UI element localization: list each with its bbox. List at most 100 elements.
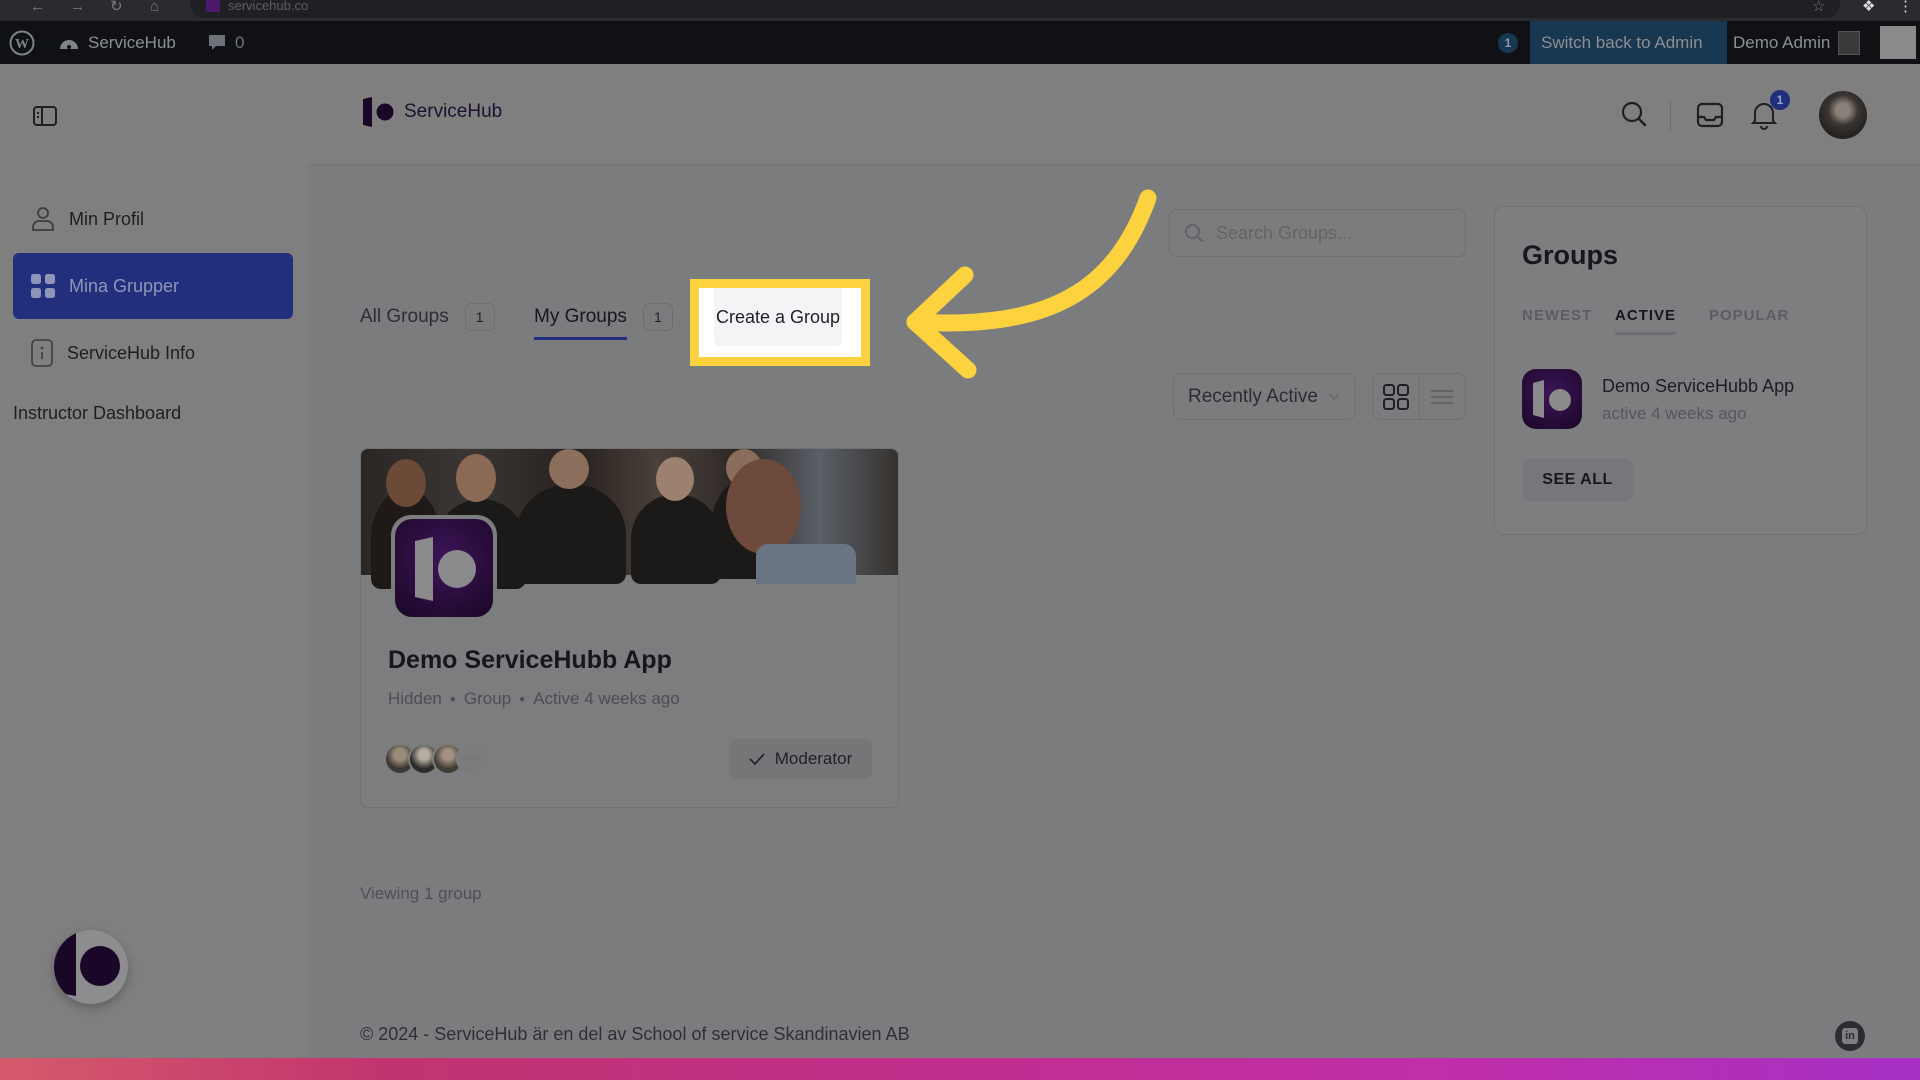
extensions-icon[interactable]: ❖ bbox=[1862, 0, 1875, 14]
admin-user-name: Demo Admin bbox=[1733, 32, 1831, 52]
user-icon bbox=[32, 207, 54, 231]
brand-name: ServiceHub bbox=[404, 101, 503, 122]
sidebar-item-label: ServiceHub Info bbox=[67, 342, 196, 363]
browser-chrome: ← → ↻ ⌂ servicehub.co ☆ ❖ ⋮ bbox=[0, 0, 1920, 21]
tab-label: All Groups bbox=[360, 306, 449, 327]
group-name-link[interactable]: Demo ServiceHubb App bbox=[388, 646, 672, 675]
grid-view-button[interactable] bbox=[1373, 374, 1420, 419]
back-icon[interactable]: ← bbox=[30, 0, 45, 14]
linkedin-link[interactable]: in bbox=[1835, 1021, 1865, 1051]
tab-my-groups[interactable]: My Groups 1 bbox=[534, 303, 673, 340]
header-notifications-button[interactable]: 1 bbox=[1750, 90, 1790, 135]
cover-person bbox=[516, 484, 626, 584]
bookmark-star-icon[interactable]: ☆ bbox=[1812, 0, 1825, 14]
reload-icon[interactable]: ↻ bbox=[110, 0, 123, 14]
switch-back-label: Switch back to Admin bbox=[1541, 32, 1703, 52]
widget-tab-newest[interactable]: NEWEST bbox=[1522, 307, 1592, 324]
favicon-icon bbox=[206, 0, 220, 12]
wordpress-logo-button[interactable]: W bbox=[9, 21, 35, 64]
annotation-arrow-icon bbox=[906, 189, 1157, 379]
group-last-active: Active 4 weeks ago bbox=[533, 689, 680, 708]
widget-title: Groups bbox=[1522, 240, 1619, 270]
cover-face bbox=[456, 454, 496, 502]
widget-tab-popular[interactable]: POPULAR bbox=[1709, 307, 1789, 324]
sidebar: Min Profil Mina Grupper ServiceHub Info … bbox=[0, 64, 307, 1058]
widget-group-activity: active 4 weeks ago bbox=[1602, 404, 1747, 423]
meta-separator: ● bbox=[449, 693, 456, 705]
check-icon bbox=[749, 753, 765, 765]
list-view-button[interactable] bbox=[1420, 374, 1466, 419]
widget-group-name[interactable]: Demo ServiceHubb App bbox=[1602, 376, 1794, 397]
cover-face-foreground bbox=[726, 459, 801, 554]
chevron-down-icon bbox=[1328, 393, 1340, 400]
header-inbox-button[interactable] bbox=[1696, 102, 1724, 133]
tab-label: My Groups bbox=[534, 306, 627, 340]
role-label: Moderator bbox=[774, 749, 853, 768]
cover-face bbox=[386, 459, 426, 507]
instructor-dashboard-link[interactable]: Instructor Dashboard bbox=[13, 403, 181, 424]
notification-badge: 1 bbox=[1770, 90, 1790, 110]
tab-count-badge: 1 bbox=[642, 303, 673, 331]
admin-bar-square[interactable] bbox=[1880, 21, 1916, 64]
more-members-button[interactable]: ··· bbox=[456, 743, 488, 775]
sidebar-item-min-profil[interactable]: Min Profil bbox=[13, 186, 293, 252]
home-icon[interactable]: ⌂ bbox=[150, 0, 159, 14]
servicehub-logo-icon bbox=[1533, 380, 1571, 418]
info-icon bbox=[31, 339, 53, 367]
group-avatar[interactable] bbox=[391, 515, 497, 621]
forward-icon[interactable]: → bbox=[70, 0, 85, 14]
bottom-gradient-bar bbox=[0, 1058, 1920, 1080]
comments-count: 0 bbox=[235, 32, 245, 52]
see-all-button[interactable]: SEE ALL bbox=[1522, 459, 1633, 501]
create-group-button[interactable]: Create a Group bbox=[714, 288, 842, 346]
notification-count: 1 bbox=[1498, 32, 1518, 53]
active-tab-underline bbox=[1615, 332, 1677, 335]
user-account-menu[interactable]: Demo Admin bbox=[1733, 21, 1861, 64]
dashboard-gauge-icon bbox=[60, 39, 78, 49]
tab-count-badge: 1 bbox=[464, 303, 495, 331]
active-tab-underline bbox=[534, 337, 627, 340]
switch-back-to-admin-link[interactable]: Switch back to Admin bbox=[1530, 21, 1727, 64]
header-divider bbox=[1670, 100, 1671, 132]
servicehub-logo-icon bbox=[415, 537, 476, 601]
list-view-icon bbox=[1431, 389, 1454, 404]
svg-text:W: W bbox=[15, 37, 29, 52]
search-placeholder: Search Groups... bbox=[1216, 222, 1353, 243]
moderator-role-button[interactable]: Moderator bbox=[729, 739, 872, 779]
user-avatar[interactable] bbox=[1819, 91, 1867, 139]
servicehub-logo-icon bbox=[54, 933, 120, 996]
tab-all-groups[interactable]: All Groups 1 bbox=[360, 303, 495, 331]
sidebar-toggle-icon bbox=[33, 106, 57, 126]
group-privacy: Hidden bbox=[388, 689, 442, 708]
floating-brand-button[interactable] bbox=[54, 930, 128, 1004]
sort-select[interactable]: Recently Active bbox=[1173, 373, 1356, 420]
brand-logo-link[interactable]: ServiceHub bbox=[362, 97, 502, 127]
site-name: ServiceHub bbox=[88, 32, 176, 52]
group-meta: Hidden ● Group ● Active 4 weeks ago bbox=[388, 689, 680, 709]
cover-face bbox=[549, 449, 589, 489]
grid-view-icon bbox=[1382, 383, 1409, 410]
search-groups-input[interactable]: Search Groups... bbox=[1169, 209, 1466, 257]
header-search-button[interactable] bbox=[1620, 100, 1648, 133]
footer-copyright: © 2024 - ServiceHub är en del av School … bbox=[360, 1024, 910, 1044]
meta-separator: ● bbox=[519, 693, 526, 705]
widget-group-avatar[interactable] bbox=[1522, 369, 1582, 429]
address-bar[interactable]: servicehub.co bbox=[190, 0, 1840, 18]
viewing-count-text: Viewing 1 group bbox=[360, 884, 482, 903]
groups-widget: Groups NEWEST ACTIVE POPULAR Demo Servic… bbox=[1494, 206, 1867, 535]
admin-notification-badge[interactable]: 1 bbox=[1498, 21, 1518, 64]
group-card[interactable]: Demo ServiceHubb App Hidden ● Group ● Ac… bbox=[360, 448, 899, 808]
inbox-icon bbox=[1696, 102, 1724, 128]
sidebar-item-servicehub-info[interactable]: ServiceHub Info bbox=[13, 320, 293, 386]
cover-person bbox=[631, 494, 721, 584]
comments-link[interactable]: 0 bbox=[207, 21, 244, 64]
url-text: servicehub.co bbox=[228, 0, 309, 13]
widget-tab-active[interactable]: ACTIVE bbox=[1615, 307, 1677, 335]
linkedin-icon: in bbox=[1842, 1028, 1858, 1044]
sidebar-item-mina-grupper[interactable]: Mina Grupper bbox=[13, 253, 293, 319]
site-name-link[interactable]: ServiceHub bbox=[58, 21, 176, 64]
search-icon bbox=[1621, 101, 1647, 127]
sort-selected-value: Recently Active bbox=[1188, 385, 1318, 407]
sidebar-toggle-button[interactable] bbox=[33, 106, 57, 131]
browser-menu-icon[interactable]: ⋮ bbox=[1898, 0, 1913, 14]
